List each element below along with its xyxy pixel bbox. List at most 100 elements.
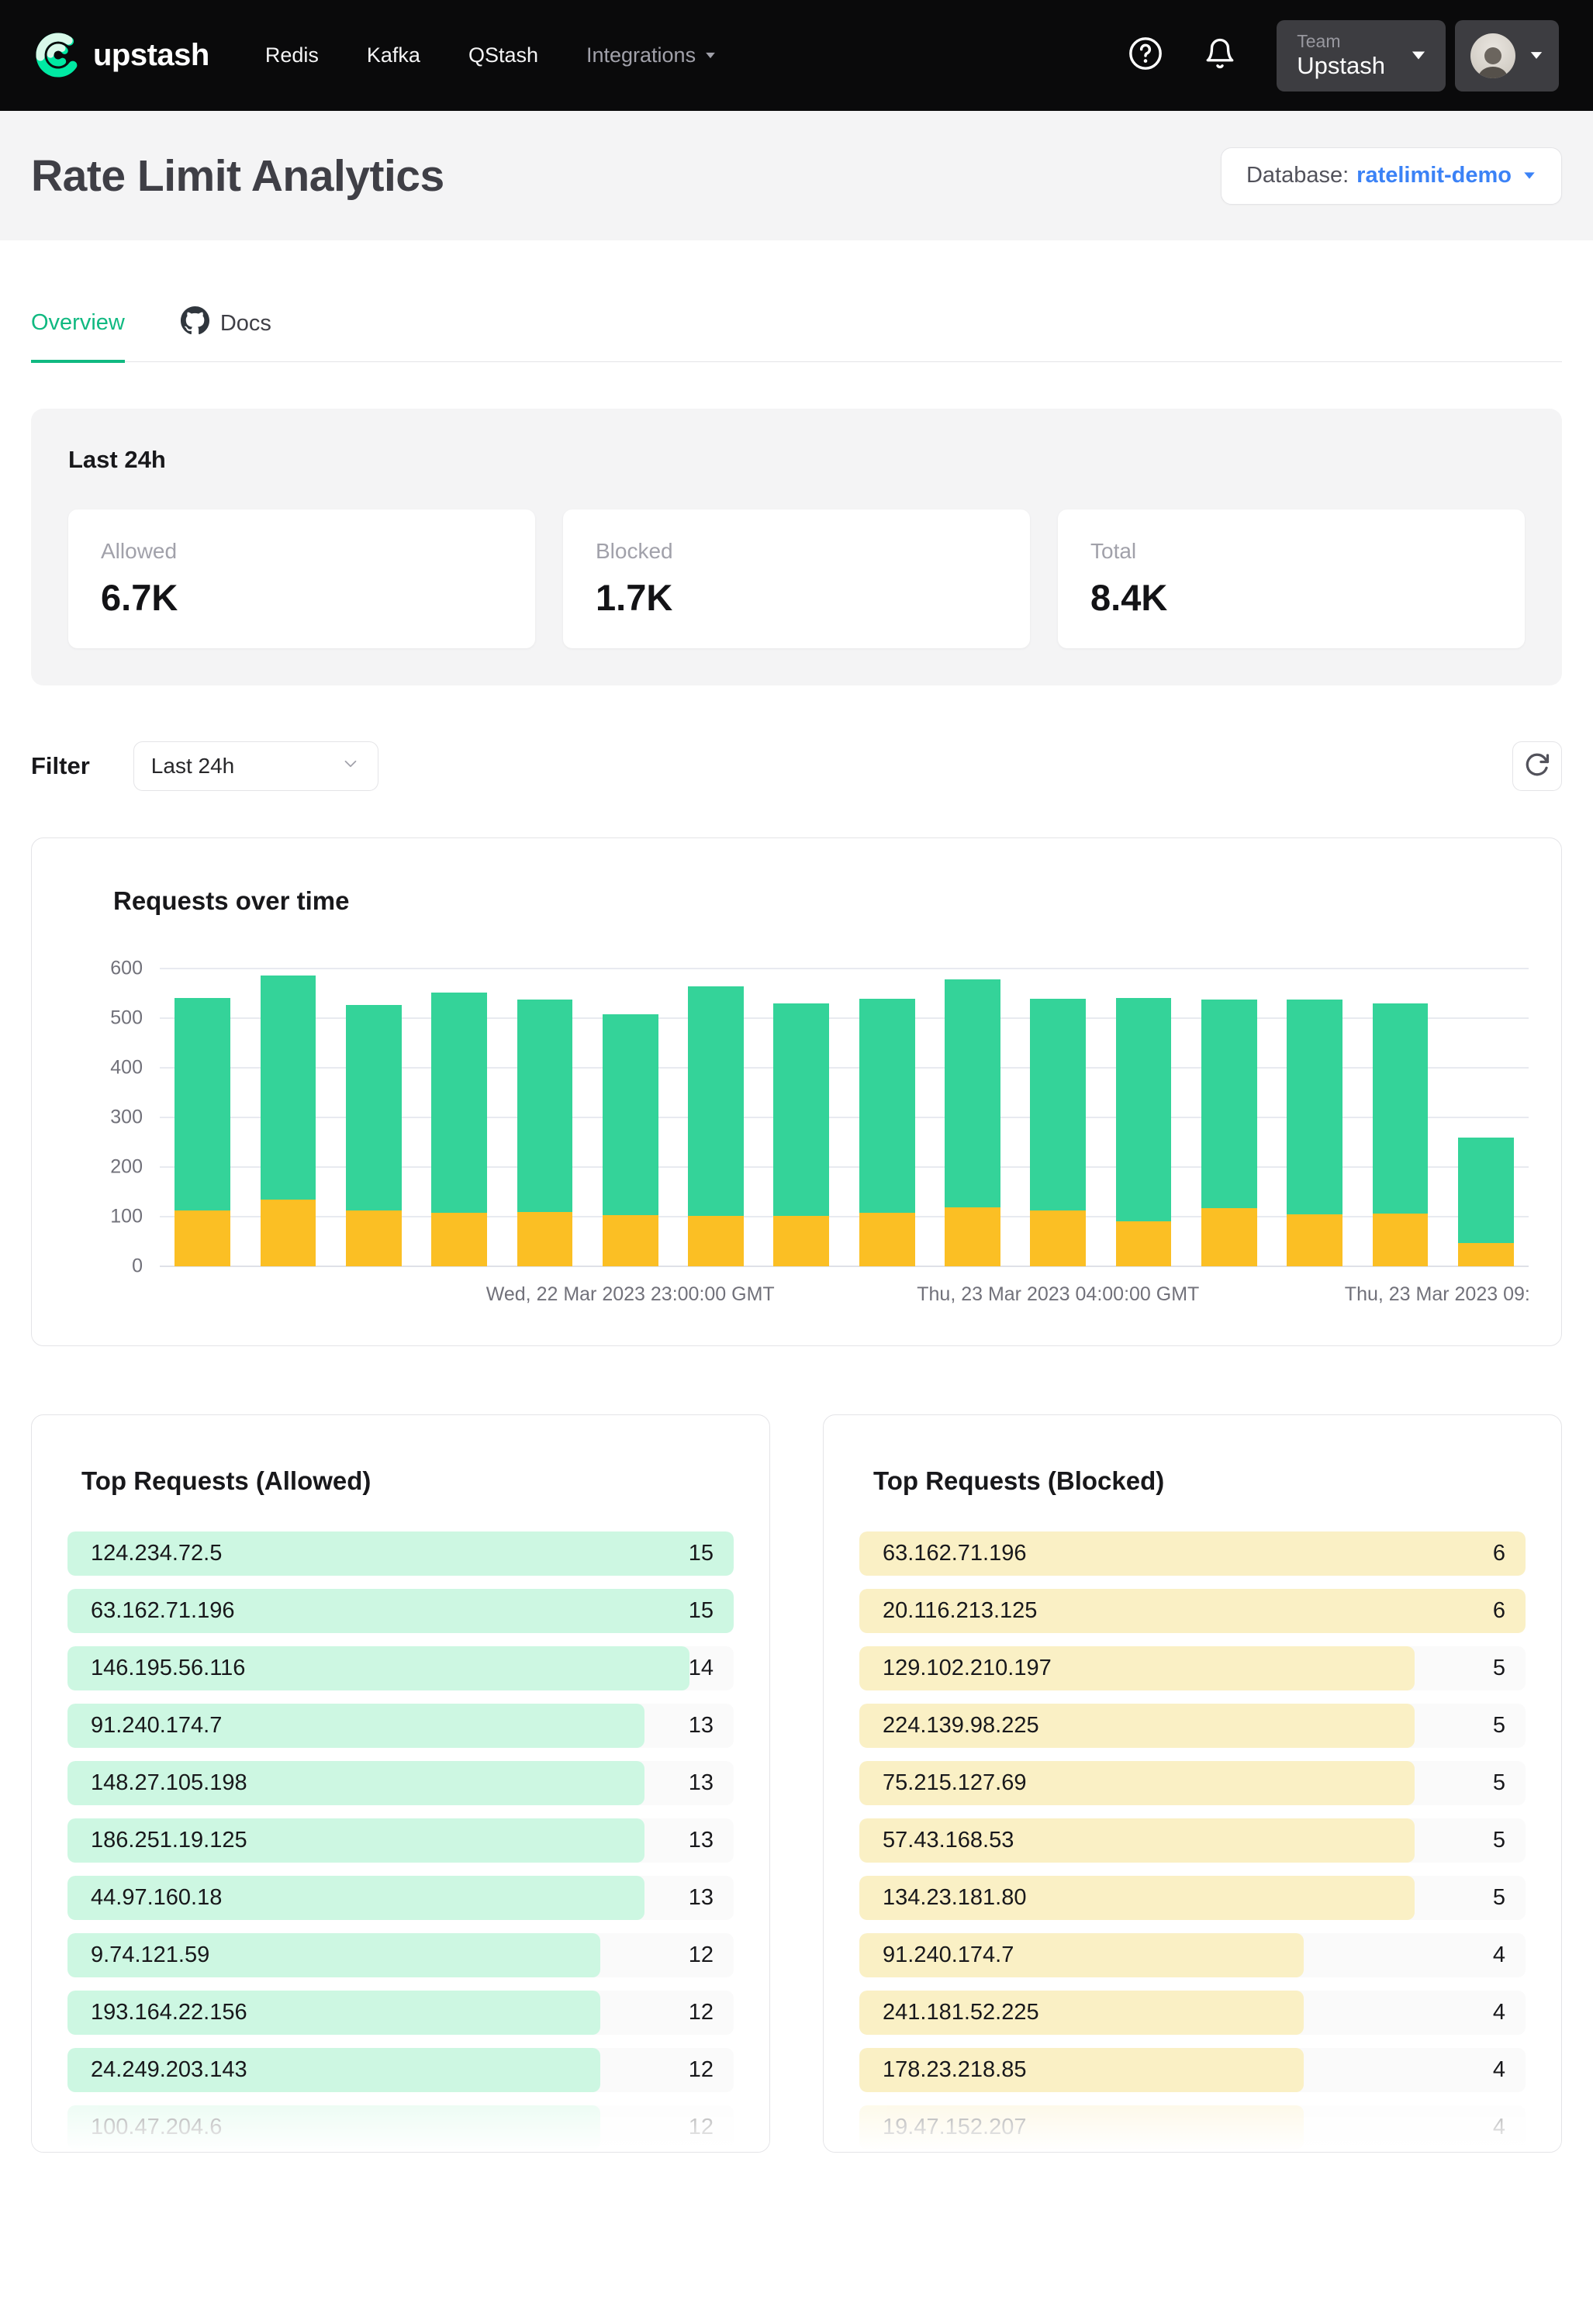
time-range-select[interactable]: Last 24h (133, 741, 378, 791)
row-value: 13 (689, 1770, 714, 1796)
row-content: 44.97.160.1813 (67, 1876, 734, 1920)
nav-link-integrations[interactable]: Integrations (586, 43, 717, 67)
table-row: 20.116.213.1256 (859, 1589, 1526, 1633)
nav-link-kafka[interactable]: Kafka (367, 43, 420, 67)
row-content: 146.195.56.11614 (67, 1646, 734, 1690)
row-value: 5 (1493, 1828, 1505, 1853)
table-row: 146.195.56.11614 (67, 1646, 734, 1690)
chart-bar[interactable] (859, 999, 915, 1266)
chart-bar-slot (758, 969, 844, 1266)
chart-bar[interactable] (945, 979, 1000, 1266)
chart-bar-blocked-segment (1116, 1221, 1172, 1266)
top-requests-section: Top Requests (Allowed) 124.234.72.51563.… (31, 1414, 1562, 2153)
row-content: 148.27.105.19813 (67, 1761, 734, 1805)
row-value: 15 (689, 1541, 714, 1566)
filter-row: Filter Last 24h (31, 741, 1562, 791)
chart-bar[interactable] (603, 1014, 658, 1266)
row-content: 224.139.98.2255 (859, 1704, 1526, 1748)
filter-label: Filter (31, 752, 90, 780)
row-value: 12 (689, 2115, 714, 2140)
table-row: 63.162.71.1966 (859, 1531, 1526, 1576)
help-button[interactable] (1128, 36, 1163, 75)
blocked-table-rows: 63.162.71.1966 20.116.213.1256 129.102.210… (859, 1531, 1526, 2150)
chart-bar-slot (673, 969, 758, 1266)
chevron-down-icon (340, 754, 361, 779)
chart-bar[interactable] (517, 1000, 573, 1266)
notifications-button[interactable] (1204, 37, 1236, 74)
row-content: 100.47.204.612 (67, 2105, 734, 2150)
chart-title: Requests over time (113, 886, 1529, 916)
stat-label: Blocked (596, 539, 997, 564)
nav-link-redis[interactable]: Redis (265, 43, 319, 67)
requests-chart-card: Requests over time 0100200300400500600 W… (31, 837, 1562, 1346)
table-row: 178.23.218.854 (859, 2048, 1526, 2092)
row-ip: 129.102.210.197 (883, 1656, 1052, 1681)
row-value: 5 (1493, 1885, 1505, 1911)
table-row: 134.23.181.805 (859, 1876, 1526, 1920)
chart-bar-slot (1101, 969, 1186, 1266)
avatar (1470, 33, 1515, 78)
brand[interactable]: upstash (34, 26, 209, 85)
chart-bar-blocked-segment (1373, 1214, 1429, 1266)
row-content: 9.74.121.5912 (67, 1933, 734, 1977)
chart-bar-blocked-segment (261, 1200, 316, 1266)
tab-overview-label: Overview (31, 310, 125, 336)
y-tick-label: 400 (110, 1057, 143, 1079)
allowed-table-title: Top Requests (Allowed) (81, 1466, 734, 1496)
upstash-logo-icon (34, 26, 82, 85)
table-row: 91.240.174.713 (67, 1704, 734, 1748)
caret-down-icon (706, 53, 715, 58)
row-ip: 63.162.71.196 (91, 1598, 234, 1624)
chart-bar-slot (588, 969, 673, 1266)
row-ip: 224.139.98.225 (883, 1713, 1039, 1739)
chart-bar-blocked-segment (859, 1213, 915, 1266)
row-content: 134.23.181.805 (859, 1876, 1526, 1920)
nav-link-label: QStash (468, 43, 538, 67)
caret-down-icon (1412, 52, 1425, 60)
team-label: Team (1297, 31, 1385, 51)
row-content: 178.23.218.854 (859, 2048, 1526, 2092)
chart-bar[interactable] (431, 993, 487, 1266)
x-tick-label: Wed, 22 Mar 2023 23:00:00 GMT (486, 1283, 775, 1306)
chart-bar[interactable] (175, 998, 230, 1266)
chart-bar[interactable] (1030, 999, 1086, 1266)
tab-docs[interactable]: Docs (181, 306, 271, 361)
top-nav: upstash Redis Kafka QStash Integrations Tea… (0, 0, 1593, 111)
stat-value: 8.4K (1090, 576, 1492, 619)
chart-bar[interactable] (773, 1003, 829, 1266)
chart-bar[interactable] (346, 1005, 402, 1266)
brand-name: upstash (93, 38, 209, 73)
nav-link-label: Redis (265, 43, 319, 67)
chart-bar-slot (1015, 969, 1101, 1266)
chart-bar[interactable] (1373, 1003, 1429, 1266)
chart-bar-blocked-segment (945, 1207, 1000, 1266)
chart-bar-blocked-segment (1287, 1214, 1342, 1266)
table-row: 224.139.98.2255 (859, 1704, 1526, 1748)
chart-bar[interactable] (1201, 1000, 1257, 1266)
chart-bar-blocked-segment (603, 1215, 658, 1266)
stat-label: Allowed (101, 539, 503, 564)
chart-bar-slot (1357, 969, 1443, 1266)
chart-bar[interactable] (261, 976, 316, 1266)
y-tick-label: 0 (132, 1255, 143, 1278)
refresh-button[interactable] (1512, 741, 1562, 791)
stats-title: Last 24h (68, 446, 1525, 474)
row-value: 14 (689, 1656, 714, 1681)
chart-plot-area (160, 969, 1529, 1266)
user-menu[interactable] (1455, 20, 1559, 92)
row-value: 12 (689, 2000, 714, 2025)
stats-panel: Last 24h Allowed6.7KBlocked1.7KTotal8.4K (31, 409, 1562, 685)
chart-bar[interactable] (1287, 1000, 1342, 1266)
chart-bar-blocked-segment (346, 1210, 402, 1266)
stat-value: 6.7K (101, 576, 503, 619)
chart-bar[interactable] (1116, 998, 1172, 1266)
database-selector[interactable]: Database: ratelimit-demo (1221, 147, 1562, 205)
nav-link-qstash[interactable]: QStash (468, 43, 538, 67)
team-switcher[interactable]: Team Upstash (1277, 20, 1446, 92)
stat-label: Total (1090, 539, 1492, 564)
chart-bar[interactable] (688, 986, 744, 1266)
row-value: 4 (1493, 2000, 1505, 2025)
tab-overview[interactable]: Overview (31, 306, 125, 363)
chart-bar[interactable] (1458, 1138, 1514, 1266)
question-circle-icon (1128, 36, 1163, 75)
